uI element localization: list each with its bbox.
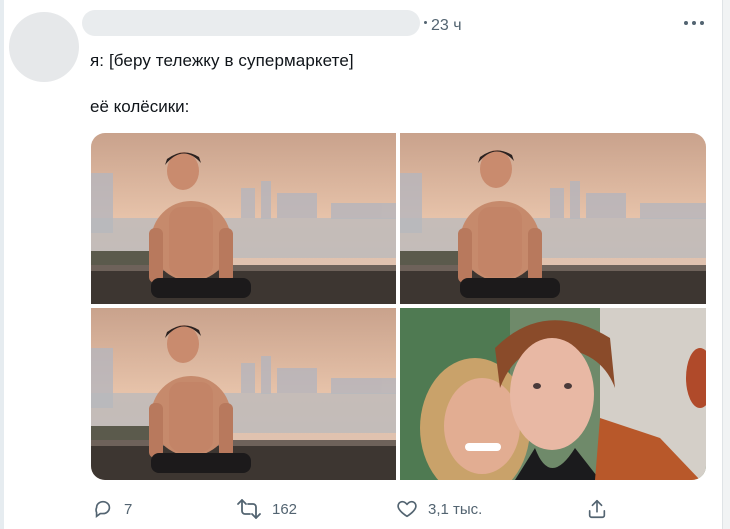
media-photo-couple[interactable] — [400, 308, 706, 480]
media-photo-meditating-man-1[interactable] — [91, 133, 396, 304]
like-count: 3,1 тыс. — [428, 500, 483, 518]
reply-count: 7 — [124, 500, 133, 518]
author-name-redacted[interactable] — [82, 10, 420, 36]
media-photo-meditating-man-3[interactable] — [91, 308, 396, 480]
heart-icon — [396, 498, 418, 520]
reply-button[interactable]: 7 — [92, 496, 132, 522]
share-button[interactable] — [586, 496, 608, 522]
left-frame-edge — [0, 0, 4, 529]
tweet-timestamp[interactable]: 23 ч — [431, 17, 462, 35]
more-dots-icon[interactable] — [684, 16, 706, 28]
tweet-actions-bar: 7 162 3,1 тыс. — [0, 496, 730, 522]
retweet-button[interactable]: 162 — [236, 496, 297, 522]
avatar[interactable] — [9, 12, 79, 82]
tweet-text-line-2: её колёсики: — [90, 97, 190, 116]
media-photo-meditating-man-2[interactable] — [400, 133, 706, 304]
retweet-arrows-icon — [236, 498, 262, 520]
tweet-text-line-1: я: [беру тележку в супермаркете] — [90, 51, 354, 70]
retweet-count: 162 — [272, 500, 298, 518]
scrollbar[interactable] — [722, 0, 730, 529]
reply-bubble-icon — [92, 498, 114, 520]
media-grid — [91, 133, 706, 480]
share-upload-icon — [586, 498, 608, 520]
like-button[interactable]: 3,1 тыс. — [396, 496, 482, 522]
separator-dot — [424, 21, 427, 24]
